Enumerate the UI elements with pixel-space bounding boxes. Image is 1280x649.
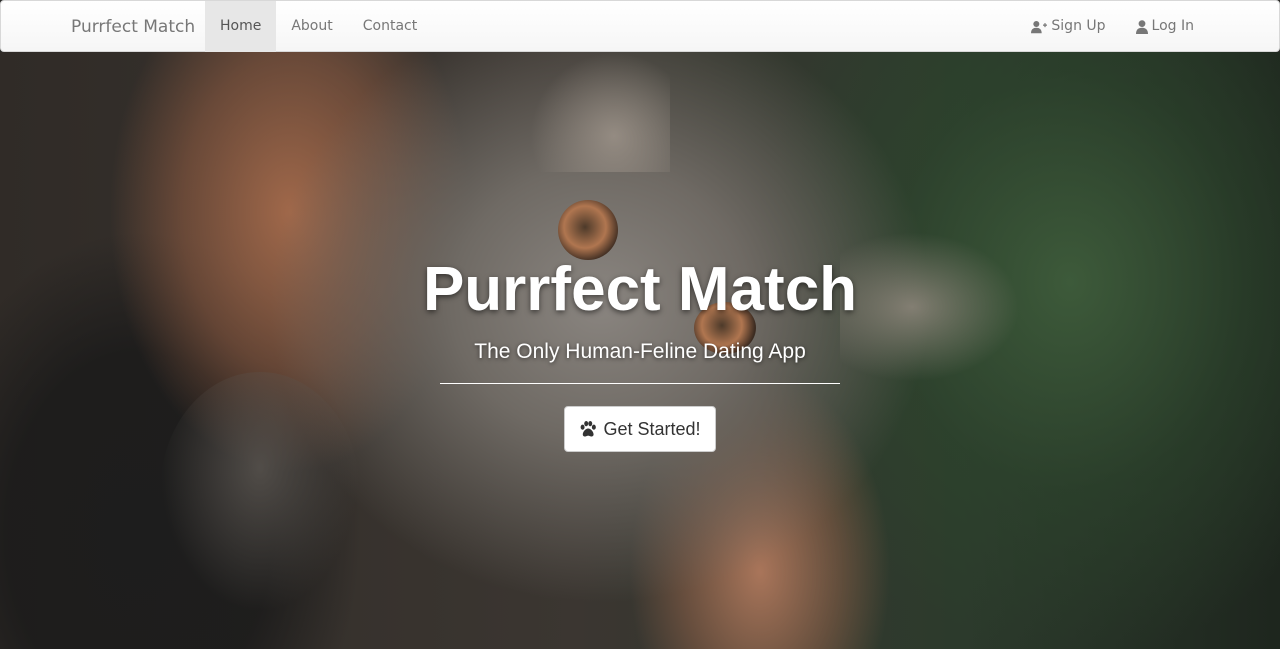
paw-icon [581, 420, 597, 437]
nav-left-menu: Home About Contact [205, 1, 432, 52]
user-icon [1135, 19, 1148, 34]
navbar: Purrfect Match Home About Contact Sign U… [0, 0, 1280, 52]
nav-item-sign-up[interactable]: Sign Up [1016, 1, 1120, 52]
hero-subtitle: The Only Human-Feline Dating App [474, 340, 806, 363]
sign-up-label: Sign Up [1051, 18, 1106, 34]
nav-right-menu: Sign Up Log In [1016, 1, 1209, 52]
hero-title: Purrfect Match [422, 255, 858, 324]
hero-divider [440, 383, 840, 384]
nav-item-home[interactable]: Home [205, 1, 277, 52]
nav-item-about[interactable]: About [276, 1, 347, 52]
hero-content: Purrfect Match The Only Human-Feline Dat… [0, 52, 1280, 649]
get-started-label: Get Started! [603, 418, 701, 439]
nav-item-contact[interactable]: Contact [348, 1, 432, 52]
navbar-brand[interactable]: Purrfect Match [71, 1, 195, 53]
hero-section: Purrfect Match The Only Human-Feline Dat… [0, 52, 1280, 649]
user-plus-icon [1031, 20, 1048, 33]
nav-item-log-in[interactable]: Log In [1121, 1, 1209, 52]
get-started-button[interactable]: Get Started! [564, 406, 716, 452]
log-in-label: Log In [1151, 18, 1194, 34]
